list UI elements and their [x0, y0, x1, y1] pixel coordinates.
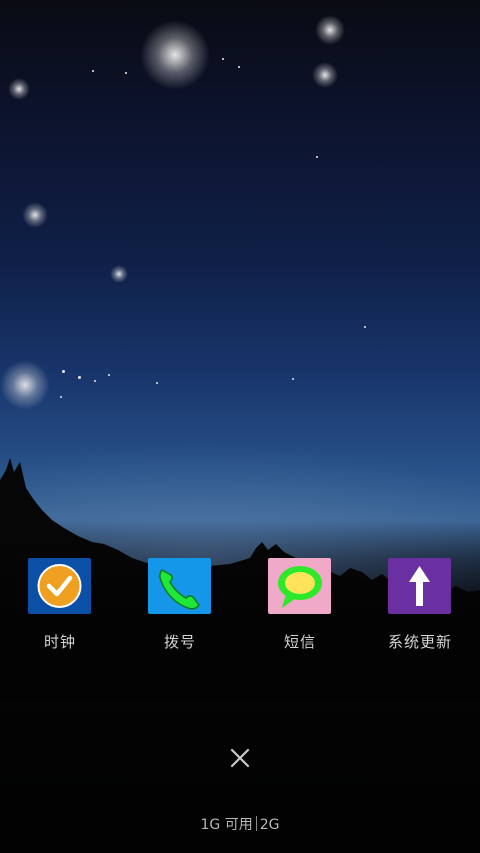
app-label: 系统更新	[387, 633, 452, 651]
memory-divider	[255, 816, 257, 831]
message-bubble-icon	[268, 558, 331, 614]
memory-available: 1G 可用	[200, 817, 253, 833]
close-icon	[230, 748, 250, 768]
app-dialer[interactable]: 拨号	[120, 557, 240, 657]
app-messages[interactable]: 短信	[240, 557, 360, 657]
phone-icon	[148, 558, 211, 614]
app-label: 拨号	[163, 633, 196, 651]
dim-overlay	[0, 0, 480, 853]
app-system-update[interactable]: 系统更新	[360, 557, 480, 657]
memory-status: 1G 可用 2G	[0, 816, 480, 834]
clock-check-icon	[28, 558, 91, 614]
update-arrow-icon	[388, 558, 451, 614]
app-clock[interactable]: 时钟	[0, 557, 120, 657]
app-label: 时钟	[43, 633, 76, 651]
memory-total: 2G	[259, 817, 280, 833]
clear-all-close-button[interactable]	[220, 738, 260, 778]
app-label: 短信	[283, 633, 316, 651]
recent-apps-row: 时钟 拨号 短信 系统更新	[0, 557, 480, 657]
